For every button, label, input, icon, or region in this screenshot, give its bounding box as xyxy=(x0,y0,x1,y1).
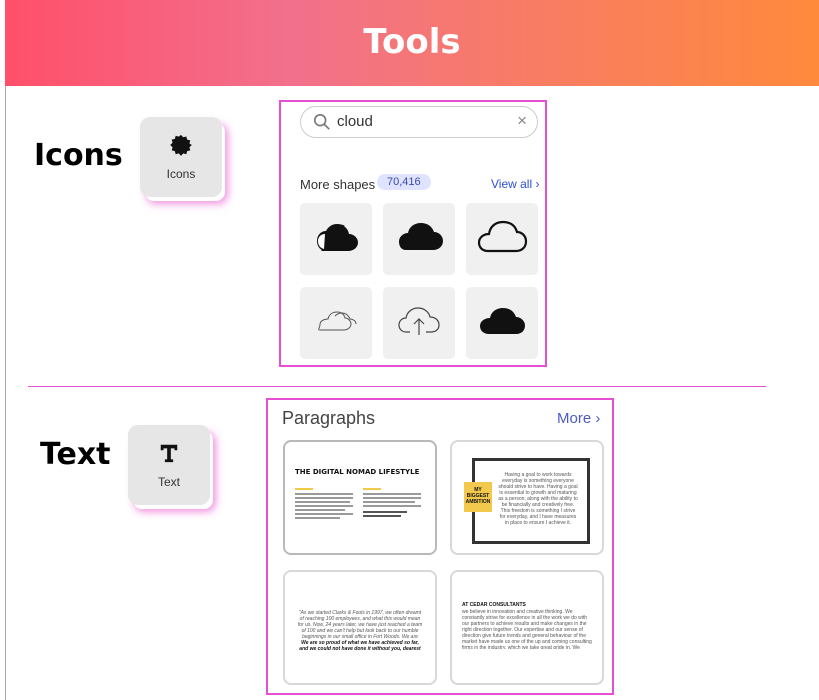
result-count-badge: 70,416 xyxy=(377,174,431,190)
frame-border xyxy=(5,86,6,700)
more-link[interactable]: More › xyxy=(557,410,600,427)
text-line xyxy=(363,505,421,507)
text-line xyxy=(295,513,353,515)
text-line xyxy=(363,511,407,513)
icons-section-label: Icons xyxy=(34,138,123,173)
shape-tile[interactable] xyxy=(466,203,538,275)
cloud-double-outline-icon xyxy=(313,309,359,338)
paragraph-card[interactable]: "As we started Clarks & Fools in 1997, w… xyxy=(283,570,437,685)
page-title: Tools xyxy=(363,22,461,62)
text-section-label: Text xyxy=(40,437,111,472)
search-icon xyxy=(313,113,331,136)
cloud-double-filled-icon xyxy=(310,221,362,258)
cloud-filled-icon xyxy=(394,222,444,257)
shape-tile[interactable] xyxy=(383,287,455,359)
text-line xyxy=(363,493,421,495)
paragraphs-title: Paragraphs xyxy=(282,408,376,428)
text-line xyxy=(295,509,345,511)
paragraph-card[interactable]: THE DIGITAL NOMAD LIFESTYLE xyxy=(283,440,437,555)
icons-search-panel: cloud × More shapes 70,416 View all › xyxy=(279,100,547,367)
paragraphs-panel: Paragraphs More › THE DIGITAL NOMAD LIFE… xyxy=(266,398,614,695)
close-icon[interactable]: × xyxy=(517,111,527,131)
highlight-bar xyxy=(363,488,381,490)
section-divider xyxy=(28,386,766,387)
text-tool-button[interactable]: Text xyxy=(128,425,210,505)
shape-tile[interactable] xyxy=(466,287,538,359)
icons-tool-button[interactable]: Icons xyxy=(140,117,222,197)
card-quote: "As we started Clarks & Fools in 1997, w… xyxy=(297,610,423,640)
page-header: Tools xyxy=(5,0,819,86)
card-quote-emphasis: We are so proud of what we have achieved… xyxy=(299,640,421,652)
shape-tile[interactable] xyxy=(383,203,455,275)
search-query: cloud xyxy=(337,113,373,130)
text-tool-label: Text xyxy=(157,474,180,489)
text-line xyxy=(363,497,421,499)
card-body: Having a goal to work towards everyday i… xyxy=(498,472,578,526)
text-line xyxy=(295,505,353,507)
paragraph-card[interactable]: MY BIGGEST AMBITION Having a goal to wor… xyxy=(450,440,604,555)
highlight-bar xyxy=(295,488,313,490)
icons-tool-label: Icons xyxy=(166,166,196,181)
cloud-upload-icon xyxy=(397,305,441,342)
text-line xyxy=(295,497,353,499)
text-line xyxy=(363,501,415,503)
text-t-icon xyxy=(158,442,180,469)
more-shapes-label: More shapes xyxy=(300,177,376,192)
view-all-link[interactable]: View all › xyxy=(491,177,539,191)
shape-tile[interactable] xyxy=(300,287,372,359)
text-line xyxy=(295,517,340,519)
cloud-outline-icon xyxy=(476,220,528,259)
ambition-badge: MY BIGGEST AMBITION xyxy=(464,482,492,512)
card-heading: THE DIGITAL NOMAD LIFESTYLE xyxy=(295,468,420,476)
text-line xyxy=(295,501,350,503)
badge-icon xyxy=(170,134,192,161)
card-body: we believe in innovation and creative th… xyxy=(462,609,592,649)
paragraph-card[interactable]: AT CEDAR CONSULTANTS we believe in innov… xyxy=(450,570,604,685)
cloud-filled-icon xyxy=(478,306,526,341)
text-line xyxy=(363,515,401,517)
search-input[interactable]: cloud × xyxy=(300,106,538,138)
text-line xyxy=(295,493,353,495)
shape-tile[interactable] xyxy=(300,203,372,275)
